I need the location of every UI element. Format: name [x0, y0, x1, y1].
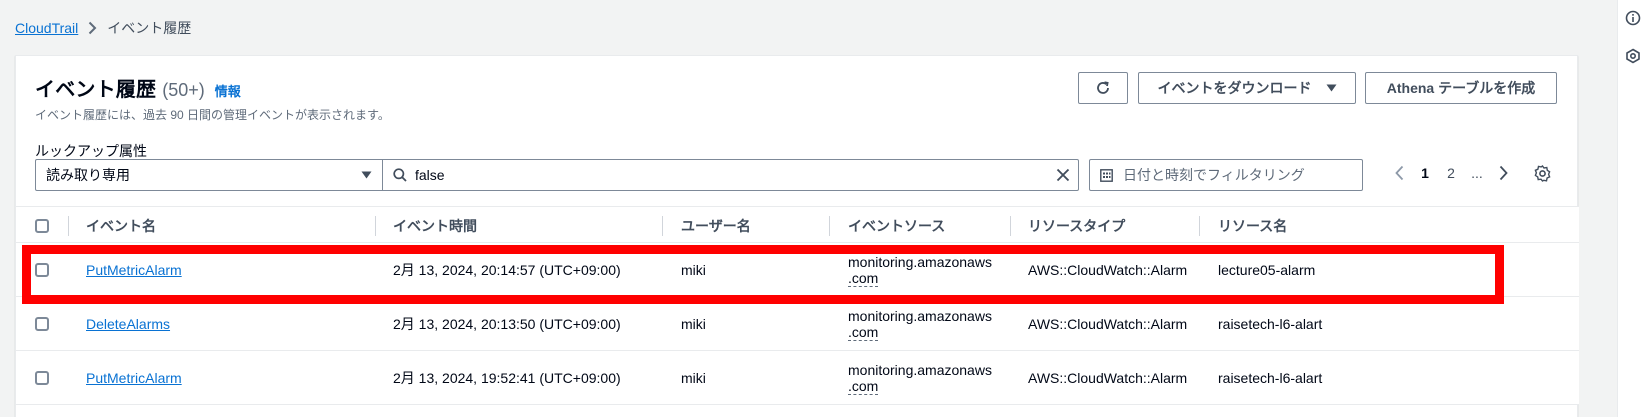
column-divider: [68, 216, 69, 236]
column-divider[interactable]: [1010, 216, 1011, 236]
event-source-line-2: .com: [848, 269, 879, 287]
page-title: イベント履歴: [35, 79, 157, 101]
resource-name-cell: lecture05-alarm: [1218, 262, 1316, 278]
download-events-button[interactable]: イベントをダウンロード: [1138, 72, 1356, 104]
create-athena-table-button[interactable]: Athena テーブルを作成: [1365, 72, 1557, 104]
caret-down-icon: [361, 171, 372, 179]
refresh-button[interactable]: [1078, 72, 1128, 104]
page-1[interactable]: 1: [1412, 165, 1438, 181]
search-value: false: [415, 167, 445, 183]
event-name-cell: PutMetricAlarm: [86, 351, 182, 405]
pagination: 1 2 ...: [1386, 165, 1516, 181]
settings-icon[interactable]: [1534, 165, 1551, 182]
column-header-event-name[interactable]: イベント名: [86, 207, 156, 244]
resource-type-cell: AWS::CloudWatch::Alarm: [1028, 262, 1188, 278]
events-table: イベント名 イベント時間 ユーザー名 イベントソース リソースタイプ リソース名…: [16, 206, 1579, 405]
chevron-left-icon[interactable]: [1386, 165, 1412, 181]
search-icon: [393, 168, 407, 182]
user-name-cell: miki: [681, 316, 706, 332]
breadcrumb-current: イベント履歴: [107, 20, 192, 36]
info-icon[interactable]: [1624, 9, 1642, 27]
event-name-link[interactable]: PutMetricAlarm: [86, 262, 182, 278]
column-divider[interactable]: [662, 216, 663, 236]
select-all-checkbox[interactable]: [35, 219, 49, 233]
date-filter-placeholder: 日付と時刻でフィルタリング: [1123, 167, 1305, 183]
resource-type-cell: AWS::CloudWatch::Alarm: [1028, 370, 1188, 386]
event-source-cell[interactable]: monitoring.amazonaws .com: [848, 297, 992, 351]
page-ellipsis: ...: [1471, 165, 1483, 181]
security-icon[interactable]: [1624, 47, 1642, 65]
event-time-cell: 2月 13, 2024, 20:14:57 (UTC+09:00): [393, 262, 621, 278]
event-source-line-1: monitoring.amazonaws: [848, 253, 992, 270]
user-name-cell: miki: [681, 262, 706, 278]
event-count: (50+): [162, 80, 205, 100]
column-header-event-time[interactable]: イベント時間: [393, 207, 477, 244]
event-source-cell[interactable]: monitoring.amazonaws .com: [848, 243, 992, 297]
table-header: イベント名 イベント時間 ユーザー名 イベントソース リソースタイプ リソース名: [16, 206, 1579, 243]
lookup-value-search-input[interactable]: false: [382, 159, 1079, 191]
column-divider[interactable]: [829, 216, 830, 236]
event-name-link[interactable]: PutMetricAlarm: [86, 370, 182, 386]
row-checkbox[interactable]: [35, 371, 49, 385]
event-name-cell: DeleteAlarms: [86, 297, 170, 351]
side-tools-rail: [1617, 0, 1648, 417]
header: イベント履歴 (50+) 情報: [35, 73, 241, 102]
clear-icon[interactable]: [1056, 168, 1070, 182]
row-checkbox[interactable]: [35, 317, 49, 331]
row-checkbox[interactable]: [35, 263, 49, 277]
resource-name-cell: raisetech-l6-alart: [1218, 316, 1323, 332]
event-source-line-1: monitoring.amazonaws: [848, 361, 992, 378]
chevron-right-icon: [88, 21, 97, 35]
event-history-panel: イベント履歴 (50+) 情報 イベント履歴には、過去 90 日間の管理イベント…: [15, 55, 1579, 417]
breadcrumb: CloudTrail イベント履歴: [15, 18, 191, 38]
table-row: PutMetricAlarm 2月 13, 2024, 19:52:41 (UT…: [16, 351, 1579, 405]
column-header-resource-type[interactable]: リソースタイプ: [1028, 207, 1125, 244]
column-header-user-name[interactable]: ユーザー名: [681, 207, 751, 244]
event-source-line-2: .com: [848, 377, 879, 395]
calendar-icon: [1100, 168, 1113, 182]
breadcrumb-cloudtrail-link[interactable]: CloudTrail: [15, 20, 78, 36]
create-athena-table-label: Athena テーブルを作成: [1386, 80, 1536, 96]
info-link[interactable]: 情報: [215, 81, 241, 100]
lookup-attribute-select[interactable]: 読み取り専用: [35, 159, 383, 191]
page-2[interactable]: 2: [1438, 165, 1464, 181]
date-time-filter[interactable]: 日付と時刻でフィルタリング: [1089, 159, 1363, 191]
column-header-resource-name[interactable]: リソース名: [1218, 207, 1287, 244]
lookup-attribute-value: 読み取り専用: [46, 167, 130, 183]
page-description: イベント履歴には、過去 90 日間の管理イベントが表示されます。: [35, 108, 390, 122]
event-name-cell: PutMetricAlarm: [86, 243, 182, 297]
event-source-cell[interactable]: monitoring.amazonaws .com: [848, 351, 992, 405]
chevron-right-icon[interactable]: [1490, 165, 1516, 181]
column-divider[interactable]: [375, 216, 376, 236]
event-time-cell: 2月 13, 2024, 19:52:41 (UTC+09:00): [393, 370, 621, 386]
caret-down-icon: [1326, 84, 1337, 92]
event-time-cell: 2月 13, 2024, 20:13:50 (UTC+09:00): [393, 316, 621, 332]
resource-type-cell: AWS::CloudWatch::Alarm: [1028, 316, 1188, 332]
event-source-line-2: .com: [848, 323, 879, 341]
table-row: PutMetricAlarm 2月 13, 2024, 20:14:57 (UT…: [16, 243, 1579, 297]
event-source-line-1: monitoring.amazonaws: [848, 307, 992, 324]
event-name-link[interactable]: DeleteAlarms: [86, 316, 170, 332]
download-events-label: イベントをダウンロード: [1157, 80, 1312, 96]
column-header-event-source[interactable]: イベントソース: [848, 207, 945, 244]
user-name-cell: miki: [681, 370, 706, 386]
table-row: DeleteAlarms 2月 13, 2024, 20:13:50 (UTC+…: [16, 297, 1579, 351]
refresh-icon: [1095, 80, 1111, 96]
column-divider[interactable]: [1199, 216, 1200, 236]
lookup-attribute-label: ルックアップ属性: [35, 143, 147, 159]
resource-name-cell: raisetech-l6-alart: [1218, 370, 1323, 386]
